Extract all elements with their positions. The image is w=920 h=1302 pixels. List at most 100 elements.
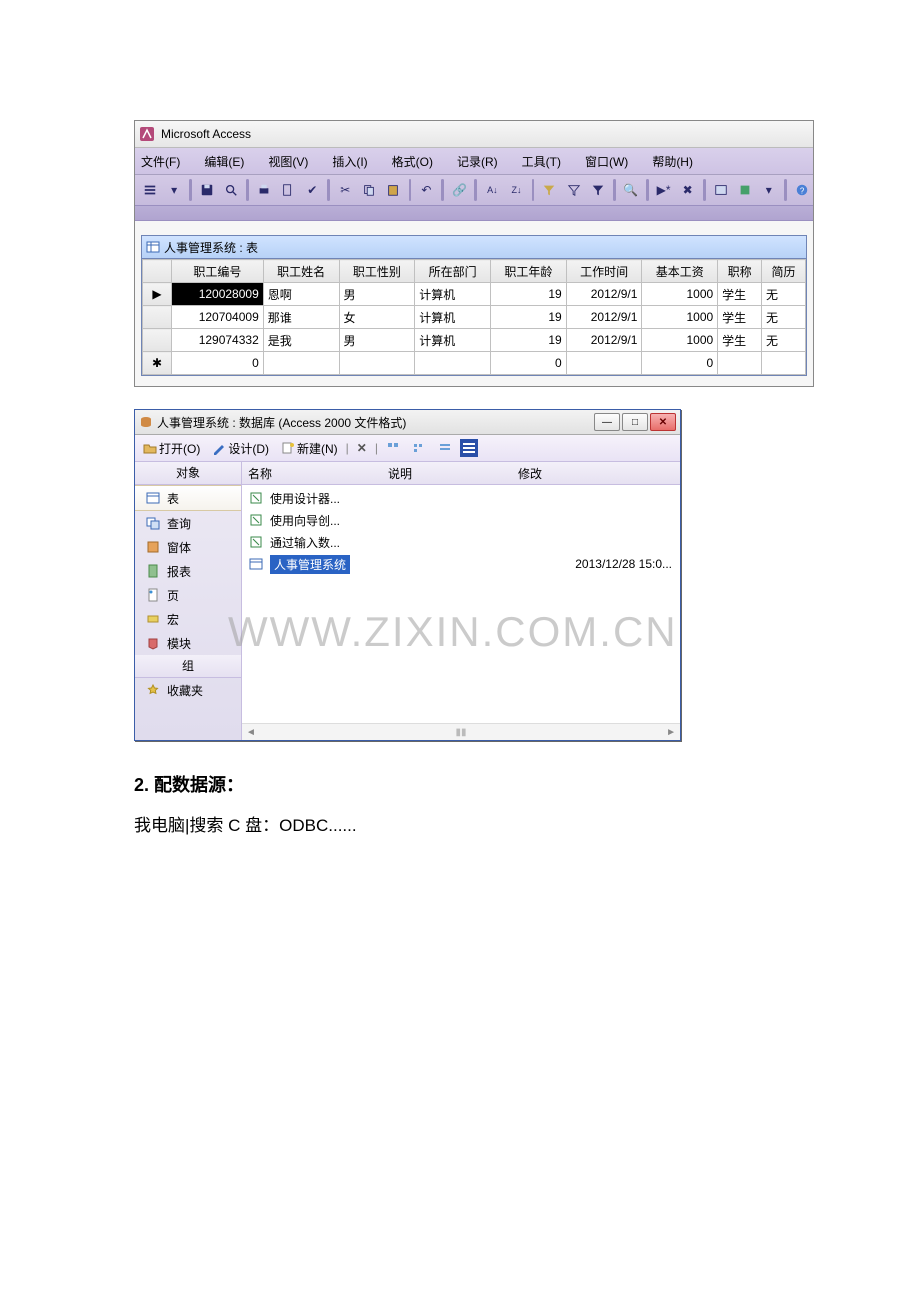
table-new-row[interactable]: ✱ 0 0 0 (143, 352, 806, 375)
col-header[interactable]: 职工编号 (172, 260, 264, 283)
list-item[interactable]: 使用向导创... (242, 509, 680, 531)
db-window-icon[interactable] (710, 178, 732, 202)
open-button[interactable]: 打开(O) (139, 438, 204, 459)
menu-records[interactable]: 记录(R) (457, 153, 510, 170)
cell[interactable]: 0 (642, 352, 718, 375)
new-row-indicator-icon[interactable]: ✱ (143, 352, 172, 375)
view-icon[interactable] (139, 178, 161, 202)
nav-item-reports[interactable]: 报表 (135, 559, 241, 583)
undo-icon[interactable]: ↶ (415, 178, 437, 202)
save-icon[interactable] (196, 178, 218, 202)
cell[interactable] (566, 352, 642, 375)
nav-item-queries[interactable]: 查询 (135, 511, 241, 535)
horizontal-scrollbar[interactable]: ◄▮▮► (242, 723, 680, 740)
col-header[interactable]: 所在部门 (415, 260, 491, 283)
nav-item-forms[interactable]: 窗体 (135, 535, 241, 559)
row-selector[interactable] (143, 329, 172, 352)
nav-item-tables[interactable]: 表 (135, 485, 241, 511)
nav-item-favorites[interactable]: 收藏夹 (135, 678, 241, 702)
delete-record-icon[interactable]: ✖ (677, 178, 699, 202)
close-button[interactable]: ✕ (650, 413, 676, 431)
cell[interactable]: 19 (490, 306, 566, 329)
table-row[interactable]: 120704009 那谁 女 计算机 19 2012/9/1 1000 学生 无 (143, 306, 806, 329)
cell[interactable]: 2012/9/1 (566, 306, 642, 329)
cell[interactable]: 学生 (718, 329, 762, 352)
design-button[interactable]: 设计(D) (208, 438, 273, 459)
sort-desc-icon[interactable]: Z↓ (505, 178, 527, 202)
current-row-indicator-icon[interactable]: ▶ (143, 283, 172, 306)
col-header[interactable]: 工作时间 (566, 260, 642, 283)
cell[interactable]: 0 (490, 352, 566, 375)
list-item[interactable]: 使用设计器... (242, 487, 680, 509)
new-object-icon[interactable] (734, 178, 756, 202)
cell[interactable]: 2012/9/1 (566, 283, 642, 306)
cell[interactable]: 120028009 (172, 283, 264, 306)
nav-item-pages[interactable]: 页 (135, 583, 241, 607)
new-record-icon[interactable]: ▶* (653, 178, 675, 202)
filter-selection-icon[interactable] (538, 178, 560, 202)
cell[interactable]: 那谁 (263, 306, 339, 329)
menu-help[interactable]: 帮助(H) (652, 153, 705, 170)
nav-item-macros[interactable]: 宏 (135, 607, 241, 631)
table-row[interactable]: ▶ 120028009 恩啊 男 计算机 19 2012/9/1 1000 学生… (143, 283, 806, 306)
cell[interactable]: 计算机 (415, 329, 491, 352)
col-modified[interactable]: 修改 (518, 465, 542, 482)
table-row[interactable]: 129074332 是我 男 计算机 19 2012/9/1 1000 学生 无 (143, 329, 806, 352)
cut-icon[interactable]: ✂ (334, 178, 356, 202)
cell[interactable]: 学生 (718, 283, 762, 306)
cell[interactable] (762, 352, 806, 375)
cell[interactable]: 2012/9/1 (566, 329, 642, 352)
cell[interactable] (718, 352, 762, 375)
cell[interactable] (339, 352, 415, 375)
nav-item-modules[interactable]: 模块 (135, 631, 241, 655)
row-selector[interactable] (143, 306, 172, 329)
paste-icon[interactable] (382, 178, 404, 202)
minimize-button[interactable]: — (594, 413, 620, 431)
col-header[interactable]: 职称 (718, 260, 762, 283)
cell[interactable]: 计算机 (415, 283, 491, 306)
apply-filter-icon[interactable] (587, 178, 609, 202)
list-icon[interactable] (434, 439, 456, 457)
row-selector-header[interactable] (143, 260, 172, 283)
employee-table[interactable]: 职工编号 职工姓名 职工性别 所在部门 职工年龄 工作时间 基本工资 职称 简历… (142, 259, 806, 375)
menu-format[interactable]: 格式(O) (392, 153, 445, 170)
cell[interactable]: 女 (339, 306, 415, 329)
cell[interactable]: 男 (339, 329, 415, 352)
filter-form-icon[interactable] (563, 178, 585, 202)
cell[interactable]: 男 (339, 283, 415, 306)
cell[interactable]: 19 (490, 329, 566, 352)
menu-file[interactable]: 文件(F) (141, 153, 192, 170)
help-icon[interactable]: ? (791, 178, 813, 202)
cell[interactable]: 是我 (263, 329, 339, 352)
menu-tools[interactable]: 工具(T) (522, 153, 573, 170)
sort-asc-icon[interactable]: A↓ (481, 178, 503, 202)
list-item[interactable]: 人事管理系统 2013/12/28 15:0... (242, 553, 680, 575)
details-icon[interactable] (460, 439, 478, 457)
cell[interactable]: 1000 (642, 283, 718, 306)
copy-icon[interactable] (358, 178, 380, 202)
dropdown-icon[interactable]: ▾ (758, 178, 780, 202)
cell[interactable]: 19 (490, 283, 566, 306)
search-icon[interactable] (220, 178, 242, 202)
link-icon[interactable]: 🔗 (448, 178, 470, 202)
menu-edit[interactable]: 编辑(E) (204, 153, 256, 170)
delete-icon[interactable]: ✕ (353, 439, 371, 457)
cell[interactable]: 计算机 (415, 306, 491, 329)
cell[interactable]: 学生 (718, 306, 762, 329)
spell-icon[interactable]: ✔ (301, 178, 323, 202)
cell[interactable]: 无 (762, 329, 806, 352)
list-item[interactable]: 通过输入数... (242, 531, 680, 553)
cell[interactable]: 无 (762, 283, 806, 306)
preview-icon[interactable] (277, 178, 299, 202)
cell[interactable] (415, 352, 491, 375)
cell[interactable]: 129074332 (172, 329, 264, 352)
cell[interactable]: 恩啊 (263, 283, 339, 306)
col-header[interactable]: 职工姓名 (263, 260, 339, 283)
col-header[interactable]: 简历 (762, 260, 806, 283)
cell[interactable]: 1000 (642, 306, 718, 329)
find-icon[interactable]: 🔍 (620, 178, 642, 202)
cell[interactable]: 120704009 (172, 306, 264, 329)
col-desc[interactable]: 说明 (388, 465, 518, 482)
col-header[interactable]: 职工年龄 (490, 260, 566, 283)
maximize-button[interactable]: □ (622, 413, 648, 431)
